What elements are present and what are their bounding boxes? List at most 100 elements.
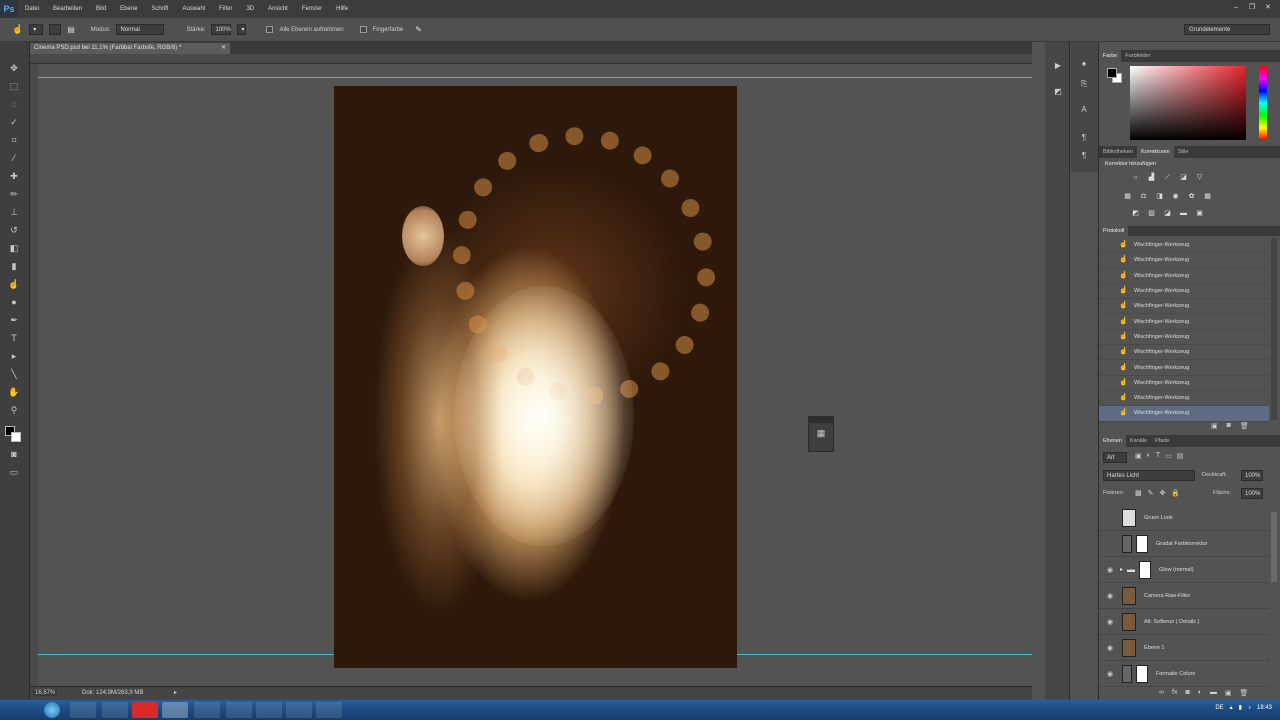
healing-tool-icon[interactable]: ✚	[8, 170, 20, 182]
maximize-icon[interactable]: ❐	[1246, 3, 1258, 13]
history-item[interactable]: ☝ Wischfinger-Werkzeug	[1099, 330, 1269, 346]
history-brush-tool-icon[interactable]: ↺	[8, 224, 20, 236]
horizontal-ruler[interactable]	[30, 54, 1032, 64]
brush-tool-icon[interactable]: ✏	[8, 188, 20, 200]
foreground-color-chip[interactable]	[1107, 68, 1117, 78]
exposure-icon[interactable]: ◪	[1179, 174, 1188, 182]
filter-pixel-icon[interactable]: ▣	[1135, 452, 1142, 460]
quick-select-tool-icon[interactable]: ✓	[8, 116, 20, 128]
history-item[interactable]: ☝ Wischfinger-Werkzeug	[1099, 253, 1269, 269]
zoom-tool-icon[interactable]: ⚲	[8, 404, 20, 416]
taskbar-app-7[interactable]	[256, 702, 282, 718]
lock-all-icon[interactable]: 🔒	[1171, 489, 1180, 497]
lasso-tool-icon[interactable]: ◌	[8, 98, 20, 110]
delete-state-icon[interactable]: 🗑	[1240, 422, 1249, 430]
screen-mode-icon[interactable]: ▭	[8, 466, 20, 478]
tab-korrekturen[interactable]: Korrekturen	[1136, 146, 1174, 158]
zoom-level[interactable]: 16,67%	[33, 690, 58, 696]
taskbar-app-2[interactable]	[102, 702, 128, 718]
brush-preset-picker[interactable]: ▾	[29, 24, 44, 35]
crop-tool-icon[interactable]: ⌗	[8, 134, 20, 146]
menu-ansicht[interactable]: Ansicht	[261, 6, 295, 12]
tray-icon[interactable]: ▴	[1230, 704, 1233, 711]
minimize-icon[interactable]: –	[1230, 3, 1242, 13]
clock[interactable]: 18:43	[1257, 705, 1272, 711]
play-action-icon[interactable]: ▶	[1052, 60, 1064, 72]
taskbar-app-8[interactable]	[286, 702, 312, 718]
history-item[interactable]: ☝ Wischfinger-Werkzeug	[1099, 345, 1269, 361]
history-item[interactable]: ☝ Wischfinger-Werkzeug	[1099, 299, 1269, 315]
alle-ebenen-checkbox[interactable]	[266, 26, 274, 33]
pen-tool-icon[interactable]: ✒	[8, 314, 20, 326]
add-mask-icon[interactable]: ◙	[1185, 689, 1189, 697]
new-adjustment-icon[interactable]: ◐	[1198, 689, 1202, 697]
navigator-icon[interactable]: ◩	[1052, 86, 1064, 98]
menu-filter[interactable]: Filter	[212, 6, 239, 12]
document-image[interactable]	[334, 86, 737, 668]
quick-mask-icon[interactable]: ◙	[8, 448, 20, 460]
taskbar-app-9[interactable]	[316, 702, 342, 718]
marquee-tool-icon[interactable]: ⬚	[8, 80, 20, 92]
tab-protokoll[interactable]: Protokoll	[1099, 226, 1129, 236]
layer-row[interactable]: ◉ Formatie Colure	[1099, 661, 1269, 687]
new-group-icon[interactable]: ▬	[1210, 689, 1217, 697]
blend-mode-select[interactable]: Hartes Licht	[1103, 470, 1195, 481]
history-item-selected[interactable]: ☝ Wischfinger-Werkzeug	[1099, 406, 1269, 422]
brush-presets-icon[interactable]: ♠	[1078, 58, 1090, 70]
history-item[interactable]: ☝ Wischfinger-Werkzeug	[1099, 284, 1269, 300]
floating-panel-collapsed[interactable]: ▦	[808, 416, 834, 452]
layer-row[interactable]: ◉ Alt: Softerun ( Details )	[1099, 609, 1269, 635]
filter-type-icon[interactable]: T	[1156, 452, 1160, 460]
color-lookup-icon[interactable]: ▦	[1203, 193, 1212, 201]
history-item[interactable]: ☝ Wischfinger-Werkzeug	[1099, 376, 1269, 391]
history-item[interactable]: ☝ Wischfinger-Werkzeug	[1099, 238, 1269, 254]
bw-icon[interactable]: ◨	[1155, 193, 1164, 201]
selective-color-icon[interactable]: ▣	[1195, 210, 1204, 218]
stamp-tool-icon[interactable]: ⊥	[8, 206, 20, 218]
color-field[interactable]	[1130, 66, 1246, 140]
gradient-map-icon[interactable]: ▬	[1179, 210, 1188, 218]
paragraph-icon[interactable]: ¶	[1078, 132, 1090, 144]
expand-arrow-icon[interactable]: ▸	[1120, 566, 1123, 573]
tab-kanaele[interactable]: Kanäle	[1126, 435, 1151, 447]
vertical-ruler[interactable]	[30, 64, 38, 686]
path-select-tool-icon[interactable]: ▸	[8, 350, 20, 362]
lock-paint-icon[interactable]: ✎	[1148, 489, 1154, 497]
new-layer-icon[interactable]: ▣	[1225, 689, 1232, 697]
history-item[interactable]: ☝ Wischfinger-Werkzeug	[1099, 360, 1269, 376]
eyedropper-tool-icon[interactable]: ⁄	[8, 152, 20, 164]
threshold-icon[interactable]: ◪	[1163, 210, 1172, 218]
eye-icon[interactable]: ◉	[1104, 670, 1116, 678]
deckkraft-input[interactable]: 100%	[1241, 470, 1263, 481]
brush-size-box[interactable]	[49, 24, 62, 35]
workspace-select[interactable]: Grundelemente	[1184, 24, 1270, 35]
guide-line-top[interactable]	[38, 77, 1032, 78]
taskbar-app-photoshop[interactable]	[162, 702, 188, 718]
layer-row[interactable]: Gruen Look	[1099, 505, 1269, 531]
eraser-tool-icon[interactable]: ◧	[8, 242, 20, 254]
menu-auswahl[interactable]: Auswahl	[175, 6, 212, 12]
curves-icon[interactable]: ⟋	[1163, 174, 1172, 182]
menu-fenster[interactable]: Fenster	[295, 6, 329, 12]
staerke-dropdown[interactable]: ▾	[237, 24, 247, 35]
eye-icon[interactable]: ◉	[1104, 592, 1116, 600]
type-tool-icon[interactable]: T	[8, 332, 20, 344]
menu-datei[interactable]: Datei	[18, 6, 46, 12]
menu-ebene[interactable]: Ebene	[113, 6, 144, 12]
language-indicator[interactable]: DE	[1215, 705, 1223, 711]
menu-bearbeiten[interactable]: Bearbeiten	[46, 6, 89, 12]
hue-sat-icon[interactable]: ▦	[1123, 193, 1132, 201]
volume-icon[interactable]: ♪	[1248, 705, 1251, 711]
menu-schrift[interactable]: Schrift	[144, 6, 175, 12]
network-icon[interactable]: ▮	[1239, 704, 1242, 711]
new-document-from-state-icon[interactable]: ▣	[1211, 422, 1218, 430]
tab-pfade[interactable]: Pfade	[1151, 435, 1173, 447]
levels-icon[interactable]: ▟	[1147, 174, 1156, 182]
character-icon[interactable]: A	[1078, 104, 1090, 116]
eye-icon[interactable]: ◉	[1104, 566, 1116, 574]
taskbar-app-chrome[interactable]	[226, 702, 252, 718]
close-tab-icon[interactable]: ✕	[221, 43, 226, 54]
history-item[interactable]: ☝ Wischfinger-Werkzeug	[1099, 269, 1269, 284]
windows-start-button[interactable]	[44, 702, 60, 718]
brightness-icon[interactable]: ☼	[1131, 174, 1140, 182]
